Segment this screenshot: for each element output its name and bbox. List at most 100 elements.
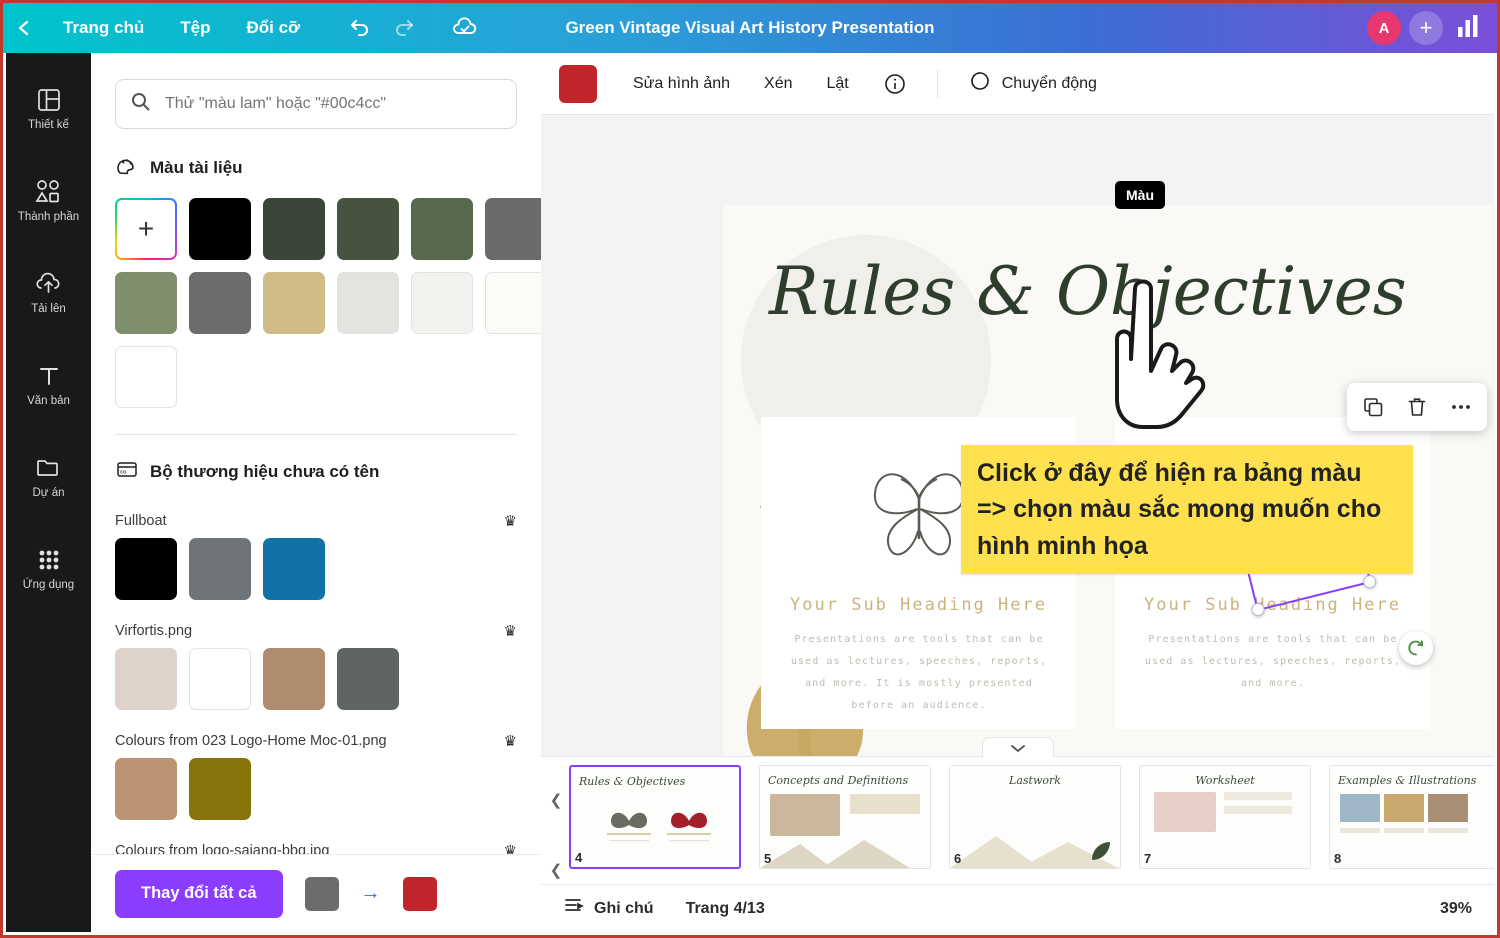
prev-page-button[interactable]: ❮	[547, 791, 565, 809]
swatch[interactable]	[337, 648, 399, 710]
search-box[interactable]	[115, 79, 517, 129]
brand-swatch-row	[91, 644, 541, 710]
swatch[interactable]	[115, 538, 177, 600]
animate-icon	[968, 69, 992, 98]
notes-label: Ghi chú	[594, 899, 654, 917]
brand-kit-title: Bộ thương hiệu chưa có tên	[150, 461, 380, 481]
notes-button[interactable]: Ghi chú	[563, 895, 654, 922]
swatch[interactable]	[337, 198, 399, 260]
thumb-image	[1428, 794, 1468, 822]
brand-group-header: Fullboat ♛	[91, 498, 541, 534]
menu-home[interactable]: Trang chủ	[45, 3, 162, 53]
brand-group-name: Colours from 023 Logo-Home Moc-01.png	[115, 733, 387, 749]
swatch[interactable]	[263, 648, 325, 710]
swatch[interactable]	[115, 346, 177, 408]
canvas-area[interactable]: Rules & Objectives Your Sub Heading Here…	[541, 115, 1494, 802]
menu-file[interactable]: Tệp	[162, 3, 228, 53]
menu-resize[interactable]: Đổi cỡ	[228, 3, 318, 53]
duplicate-button[interactable]	[1353, 387, 1393, 427]
crop-button[interactable]: Xén	[750, 64, 806, 104]
doc-colors-title: Màu tài liệu	[150, 157, 243, 177]
add-collaborator-button[interactable]: +	[1409, 11, 1443, 45]
doc-colors-header: Màu tài liệu	[91, 135, 541, 194]
sidebar-item-apps[interactable]: Ứng dụng	[6, 523, 91, 615]
from-color-swatch[interactable]	[304, 876, 339, 911]
context-toolbar: Sửa hình ảnh Xén Lật Chuyển động	[541, 53, 1494, 115]
sidebar-item-label: Văn bản	[27, 395, 70, 407]
swatch[interactable]	[189, 538, 251, 600]
swatch[interactable]	[115, 648, 177, 710]
sidebar-item-design[interactable]: Thiết kế	[6, 63, 91, 155]
pages-strip: ❮ ❮ Rules & Objectives 4 Concepts and De…	[541, 737, 1494, 884]
card-body[interactable]: Presentations are tools that can be used…	[1139, 629, 1407, 695]
thumbnail-page[interactable]: Lastwork 6	[949, 765, 1121, 869]
chevron-left-icon[interactable]	[3, 3, 45, 53]
sidebar-item-elements[interactable]: Thành phần	[6, 155, 91, 247]
edit-image-button[interactable]: Sửa hình ảnh	[619, 64, 744, 104]
swatch[interactable]	[263, 272, 325, 334]
change-all-button[interactable]: Thay đổi tất cả	[115, 869, 283, 918]
chevron-down-icon[interactable]	[981, 737, 1054, 757]
swatch[interactable]	[263, 538, 325, 600]
swatch[interactable]	[337, 272, 399, 334]
undo-icon[interactable]	[336, 3, 382, 53]
thumbnail-title: Concepts and Definitions	[768, 774, 909, 787]
swatch[interactable]	[189, 198, 251, 260]
thumb-block	[1224, 806, 1292, 814]
brand-swatch-row	[91, 534, 541, 600]
thumbnail-page[interactable]: Concepts and Definitions 5	[759, 765, 931, 869]
swatch[interactable]	[189, 272, 251, 334]
swatch[interactable]	[189, 648, 251, 710]
thumbnail-title: Lastwork	[1009, 774, 1061, 787]
selected-color-button[interactable]	[559, 64, 597, 103]
more-options-button[interactable]	[1441, 387, 1481, 427]
flip-button[interactable]: Lật	[812, 64, 862, 104]
brand-group-name: Fullboat	[115, 513, 167, 529]
to-color-swatch[interactable]	[402, 876, 437, 911]
thumb-image	[1154, 792, 1216, 832]
next-page-button[interactable]: ❮	[547, 861, 565, 879]
rotate-icon[interactable]	[1399, 631, 1433, 665]
thumbnail-number: 5	[764, 851, 772, 866]
swatch[interactable]	[115, 758, 177, 820]
swatch[interactable]	[485, 198, 541, 260]
brand-group-header: Colours from 023 Logo-Home Moc-01.png ♛	[91, 710, 541, 754]
card-subheading[interactable]: Your Sub Heading Here	[761, 595, 1076, 615]
bar-chart-icon[interactable]	[1453, 11, 1483, 46]
cloud-check-icon[interactable]	[442, 3, 488, 53]
swatch[interactable]	[485, 272, 541, 334]
canva-editor-window: Trang chủ Tệp Đổi cỡ Green Vintage Visua…	[0, 0, 1500, 938]
butterfly-outline-icon[interactable]	[861, 451, 977, 571]
animate-button[interactable]: Chuyển động	[954, 64, 1111, 104]
slide-title[interactable]: Rules & Objectives	[769, 253, 1407, 330]
swatch[interactable]	[411, 272, 473, 334]
swatch[interactable]	[115, 272, 177, 334]
thumbnail-page[interactable]: Rules & Objectives 4	[569, 765, 741, 869]
card-body[interactable]: Presentations are tools that can be used…	[785, 629, 1053, 717]
info-circle-icon[interactable]	[869, 64, 921, 104]
avatar[interactable]: A	[1367, 11, 1401, 45]
thumb-mountains	[760, 840, 910, 868]
swatch[interactable]	[411, 198, 473, 260]
search-input[interactable]	[163, 94, 502, 114]
redo-icon[interactable]	[382, 3, 428, 53]
swatch[interactable]	[189, 758, 251, 820]
thumb-image	[770, 794, 840, 836]
page-indicator[interactable]: Trang 4/13	[686, 900, 765, 918]
sidebar-item-label: Tải lên	[31, 303, 66, 315]
panel-bottom-bar: Thay đổi tất cả →	[91, 854, 541, 932]
sidebar-item-text[interactable]: Văn bản	[6, 339, 91, 431]
thumbnail-page[interactable]: Examples & Illustrations 8	[1329, 765, 1494, 869]
status-bar: Ghi chú Trang 4/13 39%	[541, 884, 1494, 932]
zoom-level[interactable]: 39%	[1440, 900, 1472, 918]
arrow-right-icon: →	[360, 882, 381, 904]
doc-colors-grid: +	[91, 194, 541, 408]
sidebar-item-uploads[interactable]: Tải lên	[6, 247, 91, 339]
sidebar-item-label: Ứng dụng	[22, 579, 75, 591]
sidebar-item-projects[interactable]: Dự án	[6, 431, 91, 523]
thumbnail-number: 7	[1144, 851, 1152, 866]
thumbnail-page[interactable]: Worksheet 7	[1139, 765, 1311, 869]
delete-button[interactable]	[1397, 387, 1437, 427]
swatch[interactable]	[263, 198, 325, 260]
add-color-button[interactable]: +	[115, 198, 177, 260]
